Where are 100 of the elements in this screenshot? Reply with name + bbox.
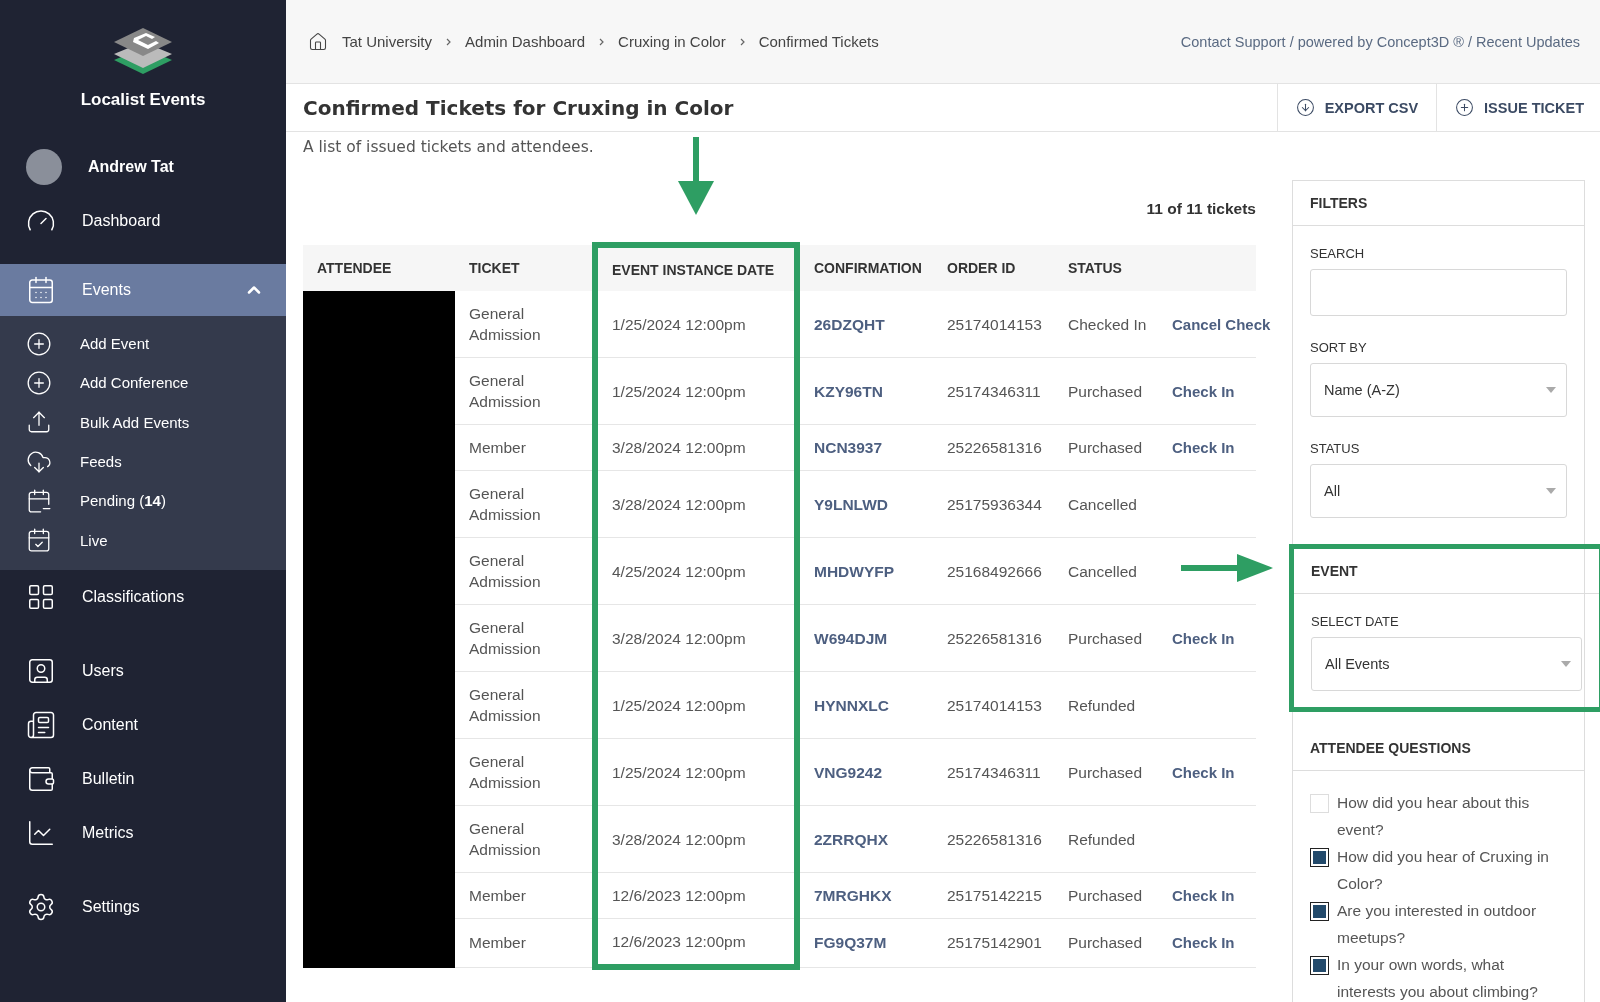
confirmation-link[interactable]: 2ZRRQHX	[814, 830, 889, 848]
ticket-status: Refunded	[1068, 830, 1136, 848]
ticket-status: Purchased	[1068, 763, 1143, 781]
confirmation-link[interactable]: FG9Q37M	[814, 934, 887, 952]
event-date: 3/28/2024 12:00pm	[612, 629, 746, 647]
plus-icon	[1455, 98, 1475, 117]
order-id: 25174346311	[947, 763, 1041, 781]
ticket-type: General Admission	[469, 485, 541, 523]
order-id: 25174346311	[947, 382, 1041, 400]
sidebar-subitem[interactable]: Pending (14)	[0, 481, 286, 521]
event-date: 1/25/2024 12:00pm	[612, 315, 746, 333]
checkbox[interactable]	[1310, 902, 1329, 921]
page-subtitle: A list of issued tickets and attendees.	[303, 138, 594, 156]
status-label: STATUS	[1310, 441, 1361, 456]
check-action-link[interactable]: Check In	[1172, 887, 1235, 904]
column-header: STATUS	[1054, 245, 1158, 291]
search-field[interactable]	[1310, 269, 1567, 316]
sidebar-subitem[interactable]: Add Conference	[0, 363, 286, 403]
sidebar-item[interactable]: Users	[0, 643, 286, 698]
event-date: 3/28/2024 12:00pm	[612, 495, 746, 513]
sidebar-item[interactable]: Classifications	[0, 569, 286, 624]
event-date: 4/25/2024 12:00pm	[612, 562, 746, 580]
breadcrumb-link[interactable]: Confirmed Tickets	[758, 33, 879, 50]
ticket-status: Purchased	[1068, 382, 1143, 400]
ticket-type: Member	[469, 439, 526, 456]
page-title: Confirmed Tickets for Cruxing in Color	[302, 94, 735, 122]
column-header: ORDER ID	[933, 245, 1054, 291]
user-profile-item[interactable]: Andrew Tat	[0, 140, 286, 194]
breadcrumb-link[interactable]: Cruxing in Color	[618, 33, 726, 50]
sidebar-subitem-icon	[26, 330, 52, 357]
question-label: Are you interested in outdoor meetups?	[1337, 901, 1538, 948]
sidebar-subitem[interactable]: Bulk Add Events	[0, 402, 286, 442]
header-links[interactable]: Contact Support / powered by Concept3D ® / Recent Updates	[1180, 33, 1580, 50]
status-select[interactable]: All	[1310, 464, 1567, 518]
ticket-status: Cancelled	[1068, 495, 1137, 513]
event-date: 12/6/2023 12:00pm	[612, 887, 746, 904]
check-action-link[interactable]: Check In	[1172, 382, 1235, 400]
sidebar-subitem-icon	[26, 527, 52, 554]
ticket-status: Purchased	[1068, 439, 1143, 456]
checkbox[interactable]	[1310, 848, 1329, 867]
question-option[interactable]: How did you hear about this event?	[1310, 789, 1567, 843]
order-id: 25175142901	[947, 934, 1042, 952]
sidebar-item[interactable]: Bulletin	[0, 751, 286, 806]
sidebar-item[interactable]: Dashboard	[0, 194, 286, 248]
check-action-link[interactable]: Cancel Check	[1172, 315, 1271, 333]
filters-heading: FILTERS	[1293, 181, 1584, 226]
question-option[interactable]: How did you hear of Cruxing in Color?	[1310, 843, 1567, 897]
confirmation-link[interactable]: 26DZQHT	[814, 315, 885, 333]
sidebar-subitem[interactable]: Add Event	[0, 324, 286, 364]
ticket-type: General Admission	[469, 552, 541, 590]
ticket-count: 11 of 11 tickets	[1145, 199, 1256, 219]
confirmation-link[interactable]: W694DJM	[814, 629, 888, 647]
ticket-status: Checked In	[1068, 315, 1147, 333]
breadcrumb-link[interactable]: Tat University	[342, 33, 433, 50]
confirmation-link[interactable]: HYNNXLC	[814, 696, 889, 714]
avatar-placeholder	[26, 149, 62, 185]
ticket-type: Member	[469, 934, 526, 952]
ticket-type: Member	[469, 887, 526, 904]
question-option[interactable]: Are you interested in outdoor meetups?	[1310, 897, 1567, 951]
breadcrumb-link[interactable]: Admin Dashboard	[465, 33, 586, 50]
check-action-link[interactable]: Check In	[1172, 629, 1235, 647]
confirmation-link[interactable]: KZY96TN	[814, 382, 883, 400]
question-label: How did you hear about this event?	[1337, 793, 1531, 840]
check-action-link[interactable]: Check In	[1172, 439, 1235, 456]
column-header: ATTENDEE	[303, 245, 455, 291]
event-date: 3/28/2024 12:00pm	[612, 439, 746, 456]
logo-icon	[112, 26, 174, 76]
sidebar-item[interactable]: Metrics	[0, 805, 286, 860]
sort-label: SORT BY	[1310, 340, 1368, 355]
sidebar-item[interactable]: Settings	[0, 879, 286, 934]
question-option[interactable]: In your own words, what interests you about climbing?	[1310, 951, 1567, 1002]
ticket-type: General Admission	[469, 820, 541, 858]
select-date-label: SELECT DATE	[1311, 614, 1400, 629]
ticket-type: General Admission	[469, 619, 541, 657]
confirmation-link[interactable]: 7MRGHKX	[814, 887, 892, 904]
confirmation-link[interactable]: NCN3937	[814, 439, 883, 456]
check-action-link[interactable]: Check In	[1172, 934, 1235, 952]
sidebar-item[interactable]: Content	[0, 697, 286, 752]
confirmation-link[interactable]: MHDWYFP	[814, 562, 895, 580]
sidebar-subitem[interactable]: Feeds	[0, 441, 286, 482]
date-select[interactable]: All Events	[1311, 637, 1582, 691]
check-action-link[interactable]: Check In	[1172, 763, 1235, 781]
checkbox[interactable]	[1310, 956, 1329, 975]
ticket-type: General Admission	[469, 305, 541, 343]
ticket-status: Purchased	[1068, 934, 1143, 952]
sidebar-item[interactable]: Events	[0, 264, 286, 316]
order-id: 25226581316	[947, 629, 1042, 647]
event-heading: EVENT	[1294, 549, 1599, 594]
ticket-status: Purchased	[1068, 887, 1143, 904]
home-icon[interactable]	[308, 31, 328, 52]
dropdown-caret-icon	[1546, 488, 1556, 494]
ticket-status: Purchased	[1068, 629, 1143, 647]
chevron-separator-icon	[599, 37, 605, 46]
download-icon	[1295, 98, 1315, 117]
confirmation-link[interactable]: Y9LNLWD	[814, 495, 889, 513]
sidebar-subitem[interactable]: Live	[0, 520, 286, 560]
ticket-type: General Admission	[469, 686, 541, 724]
sort-select[interactable]: Name (A-Z)	[1310, 363, 1567, 417]
confirmation-link[interactable]: VNG9242	[814, 763, 883, 781]
event-date: 3/28/2024 12:00pm	[612, 830, 746, 848]
